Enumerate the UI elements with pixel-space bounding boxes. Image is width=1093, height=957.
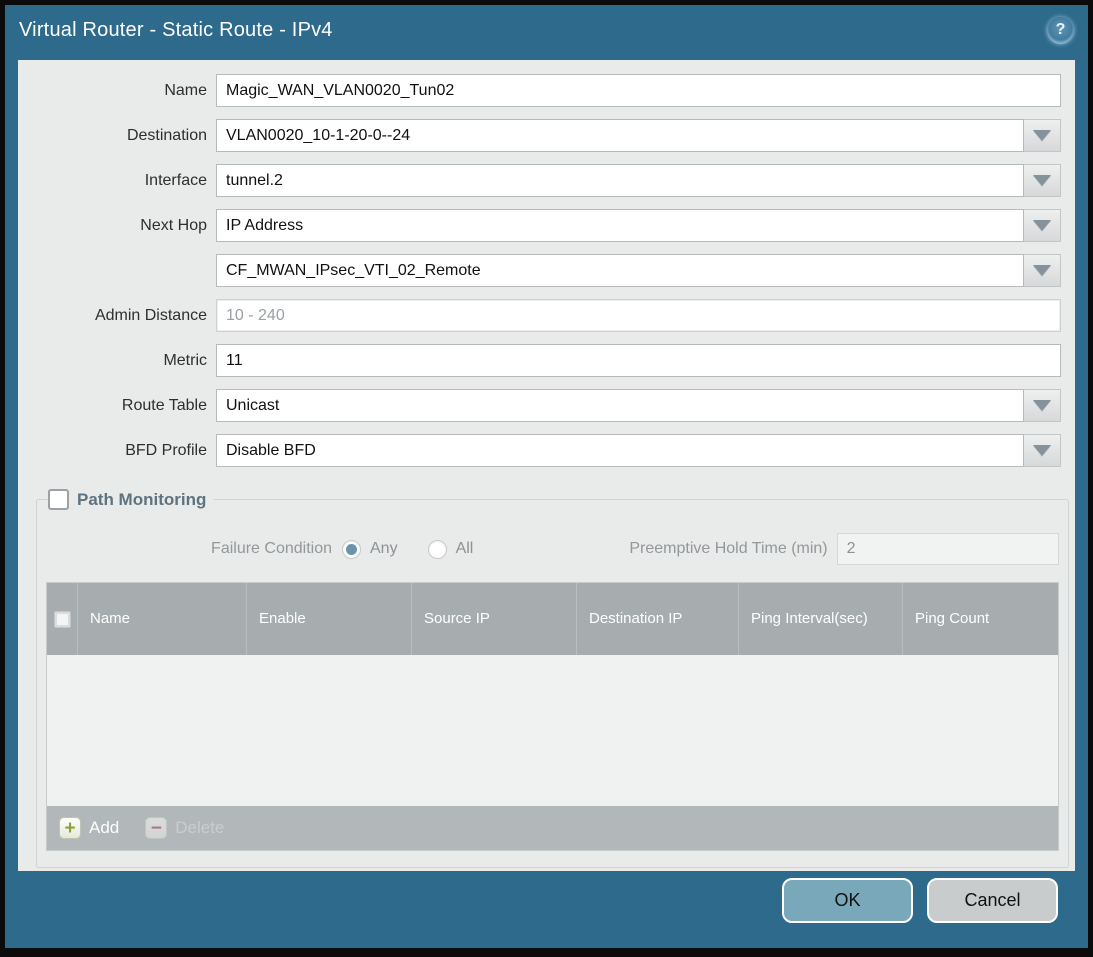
next-hop-address-input[interactable] [216,254,1024,287]
metric-row: Metric [18,344,1061,377]
chevron-down-icon [1033,400,1051,411]
metric-input[interactable] [216,344,1061,377]
radio-selected-icon [342,540,361,559]
bfd-profile-input[interactable] [216,434,1024,467]
interface-row: Interface [18,164,1061,197]
bfd-profile-dropdown-button[interactable] [1024,434,1061,467]
route-table-input[interactable] [216,389,1024,422]
ok-button[interactable]: OK [782,878,913,923]
table-toolbar: + Add − Delete [47,806,1058,850]
failure-condition-any-radio[interactable]: Any [342,540,398,559]
monitored-destinations-table: Name Enable Source IP Destination IP Pin… [46,582,1059,851]
next-hop-address-row [18,254,1061,287]
bfd-profile-label: BFD Profile [18,442,216,460]
name-row: Name [18,74,1061,107]
failure-condition-label: Failure Condition [46,540,342,558]
static-route-dialog: Virtual Router - Static Route - IPv4 ? N… [0,0,1093,957]
chevron-down-icon [1033,265,1051,276]
name-input[interactable] [216,74,1061,107]
delete-button[interactable]: − Delete [145,817,224,839]
admin-distance-input[interactable] [216,299,1061,332]
next-hop-label: Next Hop [18,217,216,235]
chevron-down-icon [1033,175,1051,186]
dialog-footer: OK Cancel [5,861,1088,948]
table-body-empty [47,655,1058,806]
column-header-destination-ip[interactable]: Destination IP [576,583,738,655]
column-header-ping-interval[interactable]: Ping Interval(sec) [738,583,902,655]
select-all-checkbox[interactable] [54,611,71,628]
path-monitoring-checkbox[interactable] [48,489,69,510]
destination-dropdown-button[interactable] [1024,119,1061,152]
failure-condition-row: Failure Condition Any All Preemptive Hol… [46,532,1059,566]
table-header: Name Enable Source IP Destination IP Pin… [47,583,1058,655]
name-label: Name [18,82,216,100]
preemptive-hold-time-label: Preemptive Hold Time (min) [629,540,827,558]
cancel-button[interactable]: Cancel [927,878,1058,923]
path-monitoring-legend: Path Monitoring [48,489,214,510]
route-table-dropdown-button[interactable] [1024,389,1061,422]
next-hop-address-dropdown-button[interactable] [1024,254,1061,287]
destination-row: Destination [18,119,1061,152]
table-header-checkbox-cell [47,583,77,655]
dialog-body: Name Destination Interface [18,60,1075,871]
dialog-titlebar: Virtual Router - Static Route - IPv4 ? [5,5,1088,55]
route-table-row: Route Table [18,389,1061,422]
add-button[interactable]: + Add [59,817,119,839]
column-header-name[interactable]: Name [77,583,246,655]
chevron-down-icon [1033,220,1051,231]
next-hop-dropdown-button[interactable] [1024,209,1061,242]
interface-label: Interface [18,172,216,190]
column-header-enable[interactable]: Enable [246,583,411,655]
path-monitoring-section: Path Monitoring Failure Condition Any Al… [36,489,1069,868]
next-hop-row: Next Hop [18,209,1061,242]
chevron-down-icon [1033,130,1051,141]
plus-icon: + [59,817,81,839]
interface-dropdown-button[interactable] [1024,164,1061,197]
admin-distance-label: Admin Distance [18,307,216,325]
help-icon[interactable]: ? [1047,17,1074,44]
preemptive-hold-time-input[interactable] [837,533,1059,565]
column-header-ping-count[interactable]: Ping Count [902,583,1058,655]
destination-input[interactable] [216,119,1024,152]
interface-input[interactable] [216,164,1024,197]
dialog-title: Virtual Router - Static Route - IPv4 [19,19,333,42]
admin-distance-row: Admin Distance [18,299,1061,332]
minus-icon: − [145,817,167,839]
column-header-source-ip[interactable]: Source IP [411,583,576,655]
metric-label: Metric [18,352,216,370]
route-table-label: Route Table [18,397,216,415]
next-hop-type-input[interactable] [216,209,1024,242]
failure-condition-all-radio[interactable]: All [428,540,474,559]
chevron-down-icon [1033,445,1051,456]
destination-label: Destination [18,127,216,145]
radio-unselected-icon [428,540,447,559]
bfd-profile-row: BFD Profile [18,434,1061,467]
path-monitoring-title: Path Monitoring [77,490,206,510]
